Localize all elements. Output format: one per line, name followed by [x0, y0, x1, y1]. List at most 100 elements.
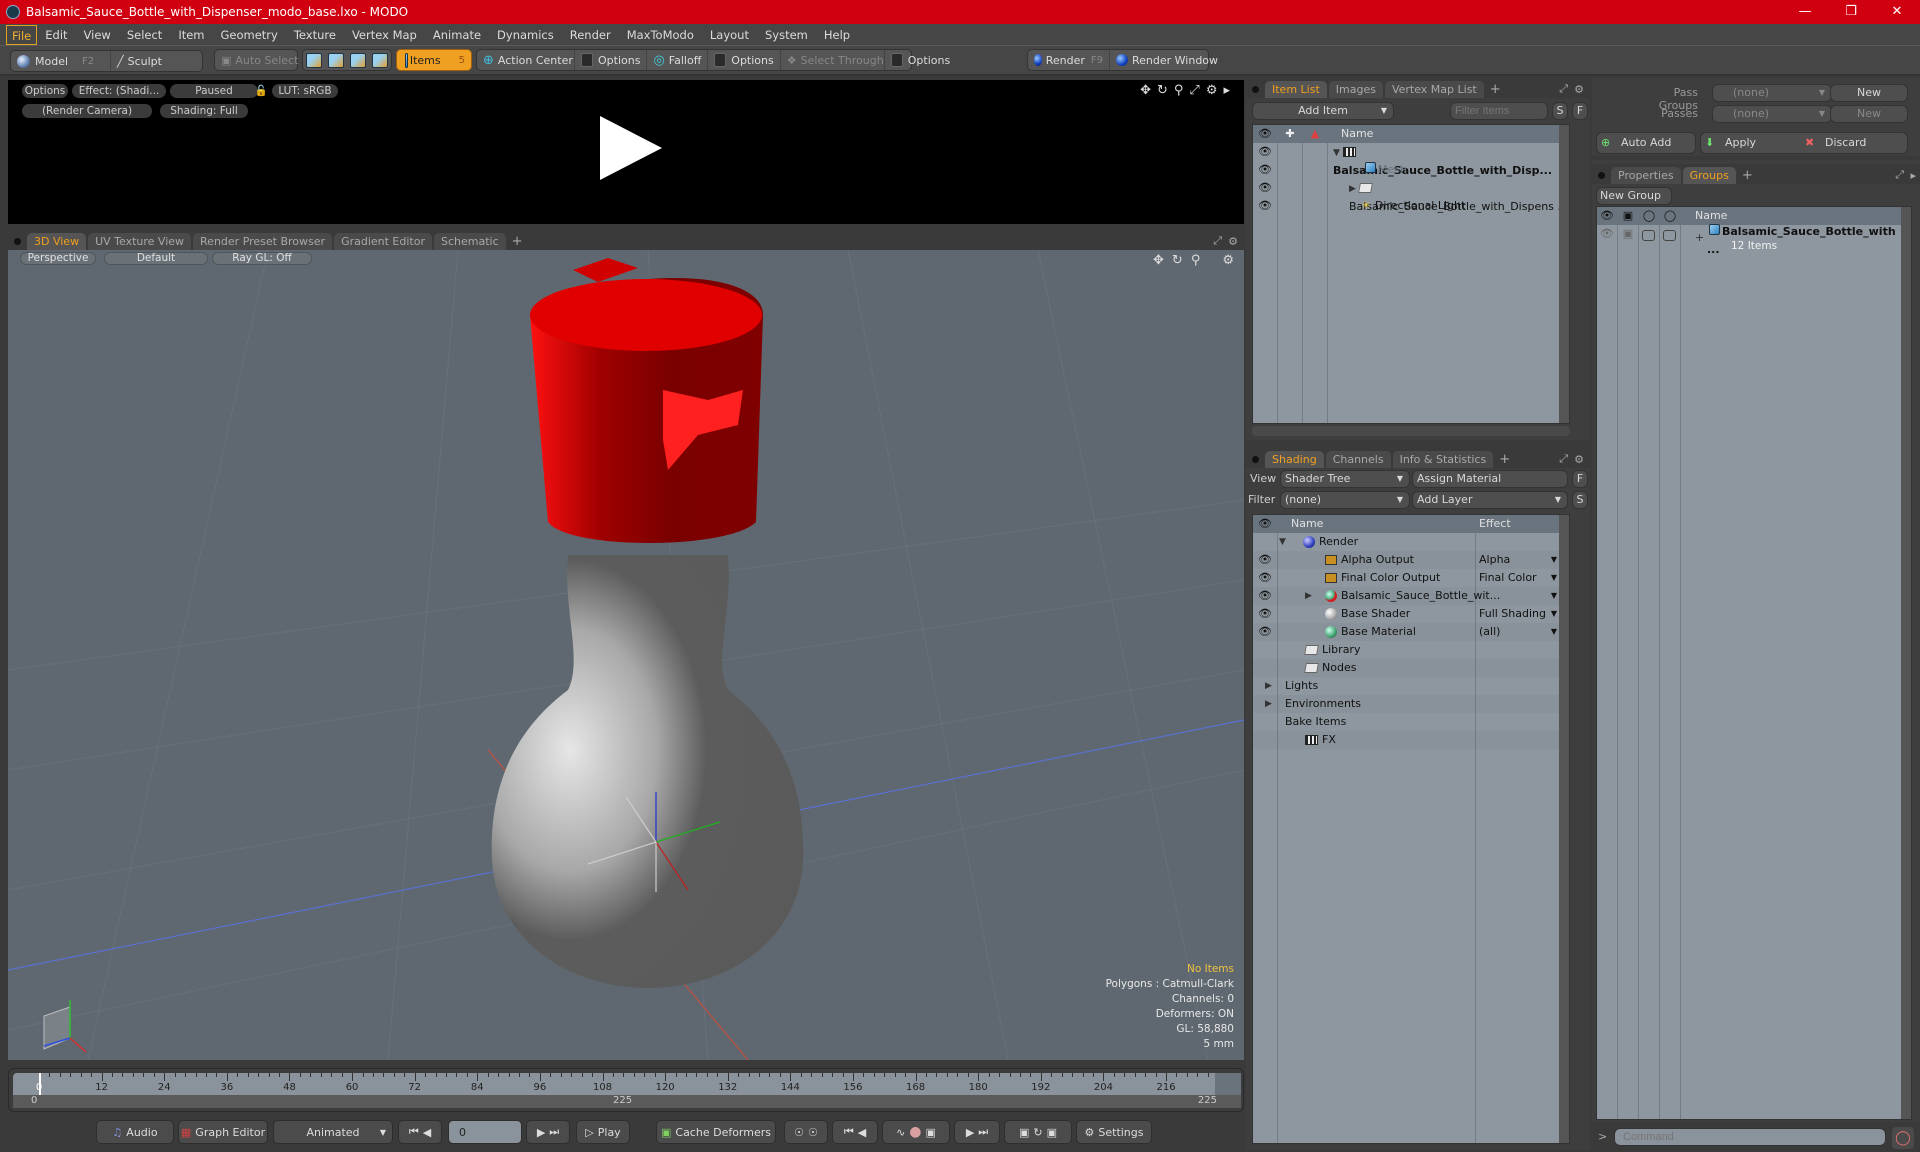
perspective-dropdown[interactable]: Perspective — [20, 252, 96, 265]
eye-icon[interactable]: 👁 — [1600, 225, 1614, 243]
tab-item-list[interactable]: Item List — [1265, 81, 1327, 98]
first-last-key-buttons[interactable]: ⏮ ◀ — [398, 1120, 442, 1144]
menu-file[interactable]: File — [6, 24, 38, 45]
menu-system[interactable]: System — [757, 25, 816, 45]
maximize-icon[interactable]: ⤢ — [1189, 83, 1199, 98]
item-row[interactable]: 👁 ☀ Directional Light — [1253, 197, 1569, 215]
menu-layout[interactable]: Layout — [702, 25, 757, 45]
arrow-right-icon[interactable]: ▸ — [1223, 83, 1230, 98]
polygons-mode-icon[interactable] — [350, 52, 366, 68]
render-icon[interactable]: ▣ — [1621, 225, 1635, 243]
menu-animate[interactable]: Animate — [425, 25, 489, 45]
close-button[interactable]: ✕ — [1874, 0, 1920, 24]
eye-icon[interactable]: 👁 — [1258, 587, 1272, 605]
apply-button[interactable]: ⬇ Apply ✖ Discard — [1700, 132, 1908, 154]
expand-icon[interactable]: ▶ — [1349, 180, 1359, 198]
rotate-icon[interactable]: ↻ — [1157, 83, 1168, 98]
panel-dot-icon[interactable] — [14, 238, 21, 245]
realtime-icon[interactable]: ▣ — [1019, 1126, 1029, 1139]
panel-dot-icon[interactable] — [1252, 456, 1259, 463]
shading-style-dropdown[interactable]: Default — [104, 252, 208, 265]
effect-dropdown[interactable]: (all) ▼ — [1479, 623, 1561, 641]
menu-render[interactable]: Render — [562, 25, 619, 45]
groups-list[interactable]: 👁 ▣ ◯ ◯ Name 👁 ▣ + Balsamic_Sauce_Bottle… — [1596, 206, 1912, 1120]
frame-input[interactable]: 0 — [448, 1120, 522, 1144]
eye-icon[interactable]: 👁 — [1258, 143, 1272, 161]
prev-key-icon[interactable]: ⏮ — [844, 1125, 854, 1139]
vertical-scrollbar[interactable] — [1559, 515, 1569, 1143]
shader-row[interactable]: 👁 Alpha Output Alpha ▼ — [1253, 551, 1569, 569]
effect-dropdown[interactable]: Final Color ▼ — [1479, 569, 1561, 587]
view-dropdown[interactable]: Shader Tree ▼ — [1280, 470, 1410, 488]
gear-icon[interactable]: ⚙ — [1574, 453, 1584, 466]
key-down-icon[interactable]: ☉ — [808, 1126, 818, 1139]
filter-dropdown[interactable]: (none) ▼ — [1280, 491, 1410, 509]
add-tab-icon[interactable]: + — [508, 233, 527, 250]
s-button[interactable]: S — [1572, 491, 1588, 509]
menu-dynamics[interactable]: Dynamics — [489, 25, 562, 45]
item-row[interactable]: 👁 ▼Balsamic_Sauce_Bottle_with_Disp... — [1253, 143, 1569, 177]
action-center-button[interactable]: ⊕ Action Center — [477, 50, 575, 70]
cache-deformers-button[interactable]: ▣ Cache Deformers — [656, 1120, 776, 1144]
horizontal-scrollbar[interactable] — [1252, 426, 1570, 436]
gear-icon[interactable]: ⚙ — [1228, 235, 1238, 248]
passes-dropdown[interactable]: (none) ▼ — [1712, 105, 1832, 123]
menu-item[interactable]: Item — [170, 25, 212, 45]
select-through-options-button[interactable]: Options — [885, 50, 956, 70]
effect-dropdown[interactable]: Alpha ▼ — [1479, 551, 1561, 569]
maximize-icon[interactable]: ⤢ — [1559, 452, 1568, 466]
play-icon[interactable] — [600, 116, 662, 180]
next-icon[interactable]: ▶ — [966, 1126, 974, 1139]
key-up-icon[interactable]: ☉ — [794, 1126, 804, 1139]
gear-icon[interactable]: ⚙ — [1222, 253, 1234, 268]
3d-viewport[interactable]: Perspective Default Ray GL: Off ✥ ↻ ⚲ ⚙ … — [8, 250, 1244, 1060]
menu-vertex-map[interactable]: Vertex Map — [344, 25, 425, 45]
item-tree[interactable]: 👁 ✚ ▲ Name 👁 ▼Balsamic_Sauce_Bottle_with… — [1252, 124, 1570, 424]
menu-select[interactable]: Select — [119, 25, 170, 45]
step-back-icon[interactable]: ◀ — [423, 1126, 431, 1139]
tab-3d-view[interactable]: 3D View — [27, 233, 87, 250]
tab-groups[interactable]: Groups — [1682, 167, 1736, 184]
model-mode-button[interactable]: Model F2 — [11, 51, 111, 71]
add-tab-icon[interactable]: + — [1486, 81, 1505, 98]
expand-icon[interactable]: ▼ — [1279, 533, 1289, 551]
new-pass-button[interactable]: New — [1830, 105, 1908, 123]
graph-editor-button[interactable]: ▦ Graph Editor — [178, 1120, 268, 1144]
step-forward-icon[interactable]: ▶ — [537, 1126, 545, 1139]
materials-mode-icon[interactable] — [372, 52, 388, 68]
gear-icon[interactable]: ⚙ — [1206, 83, 1218, 98]
tab-vertex-map-list[interactable]: Vertex Map List — [1384, 81, 1484, 98]
shader-row[interactable]: 👁 Final Color Output Final Color ▼ — [1253, 569, 1569, 587]
menu-edit[interactable]: Edit — [37, 25, 75, 45]
f-button[interactable]: F — [1572, 470, 1588, 488]
maximize-icon[interactable]: ⤢ — [1213, 234, 1222, 248]
tab-info-statistics[interactable]: Info & Statistics — [1392, 451, 1494, 468]
minimize-button[interactable]: — — [1782, 0, 1828, 24]
record-icon[interactable]: ● — [909, 1124, 921, 1140]
timeline-range-bar[interactable]: 0 225 225 — [13, 1095, 1241, 1108]
eye-icon[interactable]: 👁 — [1258, 179, 1272, 197]
shader-row[interactable]: 👁 Base Shader Full Shading ▼ — [1253, 605, 1569, 623]
next-key-icon[interactable]: ⏭ — [978, 1125, 988, 1139]
tab-schematic[interactable]: Schematic — [434, 233, 506, 250]
tab-channels[interactable]: Channels — [1325, 451, 1391, 468]
timeline-ruler[interactable]: 0122436486072849610812013214415616818019… — [13, 1073, 1241, 1095]
skip-end-icon[interactable]: ⏭ — [549, 1125, 559, 1139]
eye-icon[interactable]: 👁 — [1258, 161, 1272, 179]
curve-icon[interactable]: ∿ — [896, 1126, 905, 1139]
sculpt-mode-button[interactable]: ╱ Sculpt — [111, 51, 168, 71]
eye-icon[interactable]: 👁 — [1258, 197, 1272, 215]
add-layer-dropdown[interactable]: Add Layer ▼ — [1412, 491, 1568, 509]
timeline[interactable]: 0 12 24 36 48 60 72 84 96 108 120 132 144 156 168 180 19… — [8, 1068, 1244, 1112]
add-tab-icon[interactable]: + — [1738, 167, 1757, 184]
pass-groups-dropdown[interactable]: (none) ▼ — [1712, 84, 1832, 102]
shader-row[interactable]: ▼ Render — [1253, 533, 1569, 551]
expand-plus-icon[interactable]: + — [1695, 229, 1704, 247]
shader-row[interactable]: FX — [1253, 731, 1569, 749]
settings-button[interactable]: ⚙ Settings — [1076, 1120, 1152, 1144]
restore-button[interactable]: ❐ — [1828, 0, 1874, 24]
panel-dot-icon[interactable] — [1598, 172, 1605, 179]
zoom-icon[interactable]: ⚲ — [1191, 253, 1201, 268]
next-key-buttons[interactable]: ▶ ⏭ — [954, 1120, 1000, 1144]
item-row[interactable]: 👁 Mesh — [1253, 161, 1569, 179]
